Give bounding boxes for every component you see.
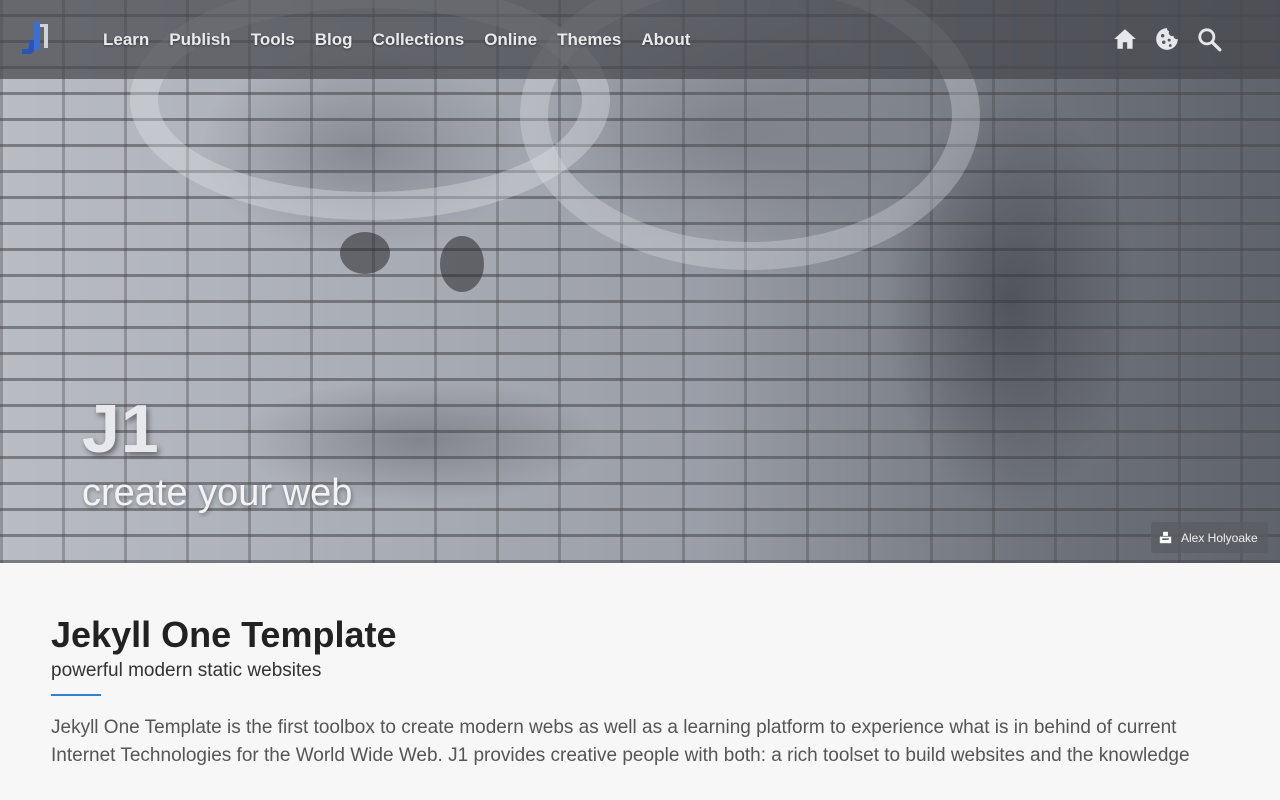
hero-tagline: create your web [82,472,353,514]
search-icon[interactable] [1196,26,1222,52]
image-credit-badge[interactable]: Alex Holyoake [1151,522,1268,553]
cookie-icon[interactable] [1154,26,1180,52]
nav-learn[interactable]: Learn [103,30,149,50]
nav-online[interactable]: Online [484,30,537,50]
page-title: Jekyll One Template [51,614,397,655]
hero-image-detail [440,236,484,292]
nav-about[interactable]: About [641,30,690,50]
page-subtitle: powerful modern static websites [51,660,322,681]
main-menu: Learn Publish Tools Blog Collections Onl… [103,0,710,79]
lead-paragraph: Jekyll One Template is the first toolbox… [51,717,1190,766]
nav-themes[interactable]: Themes [557,30,621,50]
hero-image-detail [340,232,390,274]
nav-collections[interactable]: Collections [373,30,465,50]
photo-credit-icon [1159,531,1172,544]
nav-publish[interactable]: Publish [169,30,230,50]
title-divider [51,694,101,696]
j1-logo[interactable] [18,20,54,56]
home-icon[interactable] [1112,26,1138,52]
main-content: Jekyll One Template powerful modern stat… [51,614,1231,770]
top-navbar: Learn Publish Tools Blog Collections Onl… [0,0,1280,79]
hero-title: J1 [82,391,160,467]
nav-blog[interactable]: Blog [315,30,353,50]
navbar-icons [1112,26,1222,52]
image-credit-text: Alex Holyoake [1181,530,1258,545]
hero-banner: J1 create your web Alex Holyoake [0,0,1280,563]
nav-tools[interactable]: Tools [251,30,295,50]
